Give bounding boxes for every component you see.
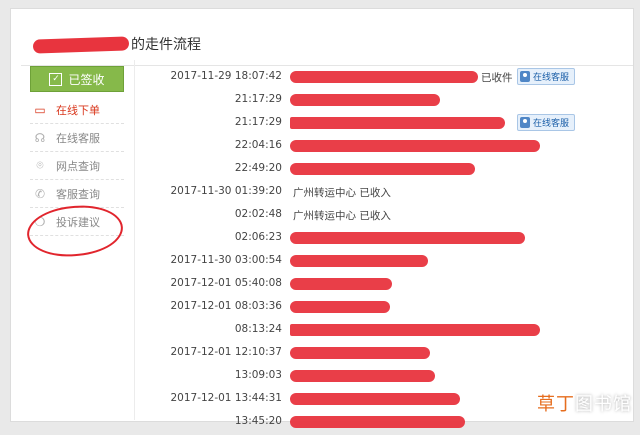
redacted-text xyxy=(290,324,540,336)
redacted-text xyxy=(290,140,540,152)
sidebar-item-online-order[interactable]: ▭ 在线下单 xyxy=(30,96,124,124)
online-service-label: 在线客服 xyxy=(533,73,570,83)
timeline-row: 22:49:20 xyxy=(140,159,610,182)
sidebar-item-service-query[interactable]: ✆ 客服查询 xyxy=(30,180,124,208)
timeline-status: 广州转运中心 已收入 xyxy=(293,210,391,222)
page-title: 的走件流程 xyxy=(32,35,201,55)
redacted-text xyxy=(290,94,440,106)
timeline-time: 13:45:20 xyxy=(234,415,282,427)
page-title-text: 的走件流程 xyxy=(131,37,201,53)
timeline-row: 2017-11-30 03:00:54 xyxy=(140,251,610,274)
sidebar-item-label: 在线客服 xyxy=(56,131,100,145)
redacted-text xyxy=(290,370,435,382)
online-service-button[interactable]: 在线客服 xyxy=(517,114,576,131)
online-service-label: 在线客服 xyxy=(533,119,570,129)
signed-status-label: 已签收 xyxy=(68,72,105,87)
online-service-button[interactable]: 在线客服 xyxy=(517,68,576,85)
redacted-text xyxy=(290,301,390,313)
redacted-text xyxy=(290,416,465,428)
timeline-time: 08:13:24 xyxy=(234,323,282,335)
redacted-text xyxy=(290,347,430,359)
tracking-timeline: 2017-11-29 18:07:42 已收件 在线客服 21:17:29 21… xyxy=(140,67,610,435)
timeline-time: 2017-12-01 12:10:37 xyxy=(170,346,282,358)
timeline-row: 2017-11-29 18:07:42 已收件 在线客服 xyxy=(140,67,610,90)
watermark-part: 草丁 xyxy=(537,394,575,415)
timeline-time: 2017-11-30 01:39:20 xyxy=(170,185,282,197)
headset-icon: ☊ xyxy=(34,130,46,145)
redacted-text xyxy=(290,278,392,290)
timeline-time: 21:17:29 xyxy=(234,93,282,105)
timeline-row: 21:17:29 xyxy=(140,90,610,113)
sidebar-item-label: 在线下单 xyxy=(56,103,100,117)
sidebar-item-label: 投诉建议 xyxy=(56,215,100,229)
timeline-row: 08:13:24 xyxy=(140,320,610,343)
timeline-time: 2017-12-01 05:40:08 xyxy=(170,277,282,289)
sidebar-separator xyxy=(134,60,135,420)
timeline-status: 已收件 xyxy=(481,72,513,84)
timeline-time: 2017-12-01 08:03:36 xyxy=(170,300,282,312)
timeline-status: 广州转运中心 已收入 xyxy=(293,187,391,199)
timeline-row: 21:17:29 在线客服 xyxy=(140,113,610,136)
chat-bubble-icon: ❍ xyxy=(34,214,46,229)
sidebar-item-label: 客服查询 xyxy=(56,187,100,201)
timeline-time: 21:17:29 xyxy=(234,116,282,128)
redacted-text xyxy=(290,232,525,244)
redacted-tracking-number xyxy=(32,36,130,54)
watermark-part: 图书馆 xyxy=(575,394,632,415)
redacted-text xyxy=(290,163,475,175)
timeline-time: 2017-11-29 18:07:42 xyxy=(170,70,282,82)
timeline-row: 2017-11-30 01:39:20 广州转运中心 已收入 xyxy=(140,182,610,205)
signed-status-button[interactable]: ✓ 已签收 xyxy=(30,66,124,92)
timeline-time: 02:06:23 xyxy=(234,231,282,243)
timeline-row: 2017-12-01 12:10:37 xyxy=(140,343,610,366)
agent-avatar-icon xyxy=(520,117,530,128)
redacted-text xyxy=(290,117,505,129)
timeline-row: 22:04:16 xyxy=(140,136,610,159)
timeline-time: 2017-11-30 03:00:54 xyxy=(170,254,282,266)
agent-avatar-icon xyxy=(520,71,530,82)
timeline-row: 2017-12-01 08:03:36 xyxy=(140,297,610,320)
laptop-icon: ▭ xyxy=(34,102,46,117)
redacted-text xyxy=(290,71,478,83)
timeline-time: 13:09:03 xyxy=(234,369,282,381)
timeline-row: 02:06:23 xyxy=(140,228,610,251)
timeline-row: 13:09:03 xyxy=(140,366,610,389)
timeline-time: 22:49:20 xyxy=(234,162,282,174)
timeline-time: 2017-12-01 13:44:31 xyxy=(170,392,282,404)
checkbox-icon: ✓ xyxy=(49,72,63,86)
timeline-time: 02:02:48 xyxy=(234,208,282,220)
watermark: 草丁图书馆 xyxy=(537,390,632,416)
sidebar-item-branch-query[interactable]: ⌾ 网点查询 xyxy=(30,152,124,180)
sidebar-item-label: 网点查询 xyxy=(56,159,100,173)
redacted-text xyxy=(290,255,428,267)
sidebar-item-complaint[interactable]: ❍ 投诉建议 xyxy=(30,208,124,236)
sidebar-item-online-service[interactable]: ☊ 在线客服 xyxy=(30,124,124,152)
location-pin-icon: ⌾ xyxy=(36,158,44,172)
redacted-text xyxy=(290,393,460,405)
timeline-row: 02:02:48 广州转运中心 已收入 xyxy=(140,205,610,228)
sidebar: ✓ 已签收 ▭ 在线下单 ☊ 在线客服 ⌾ 网点查询 ✆ 客服查询 ❍ 投诉建议 xyxy=(25,66,125,261)
phone-icon: ✆ xyxy=(34,186,46,201)
timeline-time: 22:04:16 xyxy=(234,139,282,151)
timeline-row: 2017-12-01 05:40:08 xyxy=(140,274,610,297)
